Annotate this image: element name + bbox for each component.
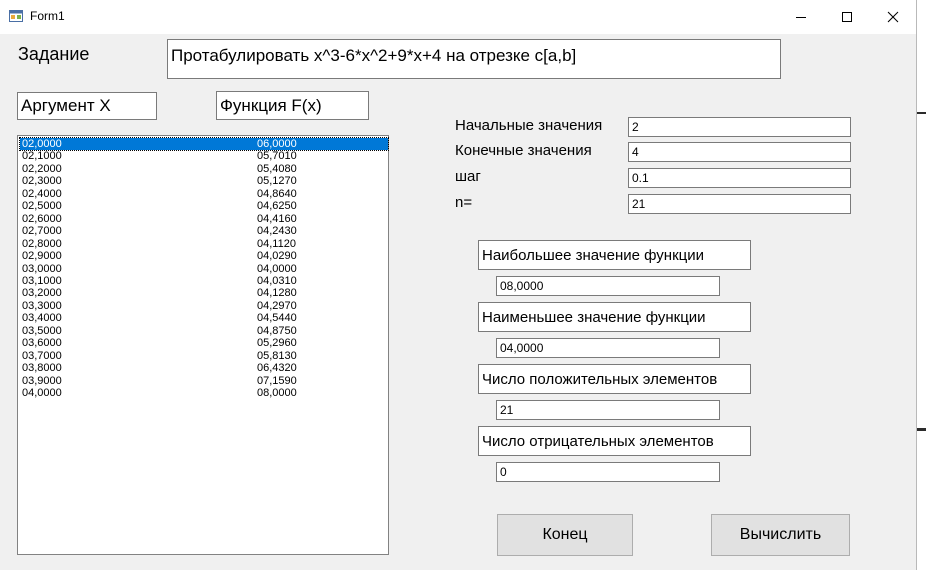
n-value-input[interactable]: 21 — [628, 194, 851, 214]
list-item[interactable]: 03,9000 07,1590 — [20, 375, 388, 387]
function-value: 06,0000 — [257, 138, 297, 150]
argument-value: 02,5000 — [22, 200, 62, 213]
step-value-input[interactable]: 0.1 — [628, 168, 851, 188]
start-label: Начальные значения — [455, 117, 603, 134]
end-value-input[interactable]: 4 — [628, 142, 851, 162]
max-label-box[interactable]: Наибольшее значение функции — [478, 240, 751, 270]
argument-value: 02,6000 — [22, 212, 62, 225]
close-button[interactable] — [870, 0, 916, 34]
argument-value: 03,7000 — [22, 349, 62, 362]
calculate-button[interactable]: Вычислить — [711, 514, 850, 556]
results-listbox[interactable]: 02,0000 06,0000 02,1000 05,7010 02,2000 05,40… — [17, 135, 389, 555]
list-item[interactable]: 02,3000 05,1270 — [20, 175, 388, 187]
argument-value: 04,0000 — [22, 387, 62, 399]
background-window-strip — [917, 0, 926, 570]
close-icon — [887, 11, 899, 23]
max-value-input[interactable]: 08,0000 — [496, 276, 720, 296]
minimize-icon — [796, 17, 806, 18]
function-value: 04,1120 — [257, 237, 296, 250]
function-value: 04,0310 — [257, 274, 297, 287]
list-item[interactable]: 03,4000 04,5440 — [20, 312, 388, 324]
maximize-button[interactable] — [824, 0, 870, 34]
window-title: Form1 — [30, 9, 65, 23]
negative-value-input[interactable]: 0 — [496, 462, 720, 482]
list-item[interactable]: 03,3000 04,2970 — [20, 300, 388, 312]
min-label-box[interactable]: Наименьшее значение функции — [478, 302, 751, 332]
function-value: 04,0000 — [257, 262, 297, 275]
argument-value: 03,0000 — [22, 262, 62, 275]
argument-value: 03,6000 — [22, 337, 62, 350]
function-value: 04,5440 — [257, 312, 297, 325]
list-item[interactable]: 03,0000 04,0000 — [20, 263, 388, 275]
function-value: 07,1590 — [257, 374, 297, 387]
positive-value-input[interactable]: 21 — [496, 400, 720, 420]
n-label: n= — [455, 194, 473, 211]
function-value: 06,4320 — [257, 362, 297, 375]
list-item[interactable]: 02,2000 05,4080 — [20, 163, 388, 175]
function-value: 08,0000 — [257, 387, 297, 399]
list-item[interactable]: 03,8000 06,4320 — [20, 362, 388, 374]
step-label: шаг — [455, 168, 481, 185]
task-label: Задание — [18, 44, 90, 64]
background-mark — [917, 428, 926, 431]
list-item[interactable]: 03,7000 05,8130 — [20, 350, 388, 362]
list-item[interactable]: 02,1000 05,7010 — [20, 150, 388, 162]
argument-value: 03,4000 — [22, 312, 62, 325]
function-value: 04,0290 — [257, 250, 297, 263]
argument-value: 02,4000 — [22, 187, 62, 200]
list-item[interactable]: 02,8000 04,1120 — [20, 238, 388, 250]
end-button[interactable]: Конец — [497, 514, 633, 556]
function-value: 04,1280 — [257, 287, 297, 300]
argument-value: 03,1000 — [22, 274, 62, 287]
function-value: 04,6250 — [257, 200, 297, 213]
argument-value: 02,2000 — [22, 162, 62, 175]
list-item[interactable]: 04,0000 08,0000 — [20, 387, 388, 399]
function-value: 04,8640 — [257, 187, 297, 200]
task-textbox[interactable]: Протабулировать x^3-6*x^2+9*x+4 на отрез… — [167, 39, 781, 79]
argument-value: 02,3000 — [22, 175, 62, 188]
min-value-input[interactable]: 04,0000 — [496, 338, 720, 358]
list-item[interactable]: 02,0000 06,0000 — [19, 137, 389, 151]
function-value: 05,1270 — [257, 175, 297, 188]
app-icon — [9, 10, 23, 22]
background-mark — [917, 112, 926, 114]
negative-label-box[interactable]: Число отрицательных элементов — [478, 426, 751, 456]
list-item[interactable]: 02,7000 04,2430 — [20, 225, 388, 237]
argument-value: 02,0000 — [22, 138, 62, 150]
argument-value: 03,9000 — [22, 374, 62, 387]
list-item[interactable]: 02,4000 04,8640 — [20, 188, 388, 200]
list-item[interactable]: 02,5000 04,6250 — [20, 200, 388, 212]
form-window: Form1 Задание Протабулировать x^3-6*x^2+… — [0, 0, 917, 570]
list-item[interactable]: 03,6000 05,2960 — [20, 337, 388, 349]
list-item[interactable]: 03,5000 04,8750 — [20, 325, 388, 337]
function-value: 04,8750 — [257, 324, 297, 337]
function-value: 04,4160 — [257, 212, 297, 225]
function-value: 05,8130 — [257, 349, 297, 362]
function-value: 04,2970 — [257, 299, 297, 312]
maximize-icon — [842, 12, 852, 22]
argument-value: 03,3000 — [22, 299, 62, 312]
argument-value: 03,8000 — [22, 362, 62, 375]
list-item[interactable]: 02,9000 04,0290 — [20, 250, 388, 262]
argument-value: 02,1000 — [22, 150, 62, 163]
positive-label-box[interactable]: Число положительных элементов — [478, 364, 751, 394]
argument-value: 02,9000 — [22, 250, 62, 263]
start-value-input[interactable]: 2 — [628, 117, 851, 137]
argument-value: 02,8000 — [22, 237, 62, 250]
function-header-box[interactable]: Функция F(x) — [216, 91, 369, 120]
minimize-button[interactable] — [778, 0, 824, 34]
list-item[interactable]: 03,2000 04,1280 — [20, 287, 388, 299]
argument-value: 02,7000 — [22, 225, 62, 238]
function-value: 04,2430 — [257, 225, 297, 238]
argument-header-box[interactable]: Аргумент Х — [17, 92, 157, 120]
end-label: Конечные значения — [455, 142, 592, 159]
function-value: 05,4080 — [257, 162, 297, 175]
argument-value: 03,2000 — [22, 287, 62, 300]
function-value: 05,7010 — [257, 150, 297, 163]
list-item[interactable]: 02,6000 04,4160 — [20, 213, 388, 225]
argument-value: 03,5000 — [22, 324, 62, 337]
list-item[interactable]: 03,1000 04,0310 — [20, 275, 388, 287]
function-value: 05,2960 — [257, 337, 297, 350]
title-bar[interactable]: Form1 — [0, 0, 916, 34]
